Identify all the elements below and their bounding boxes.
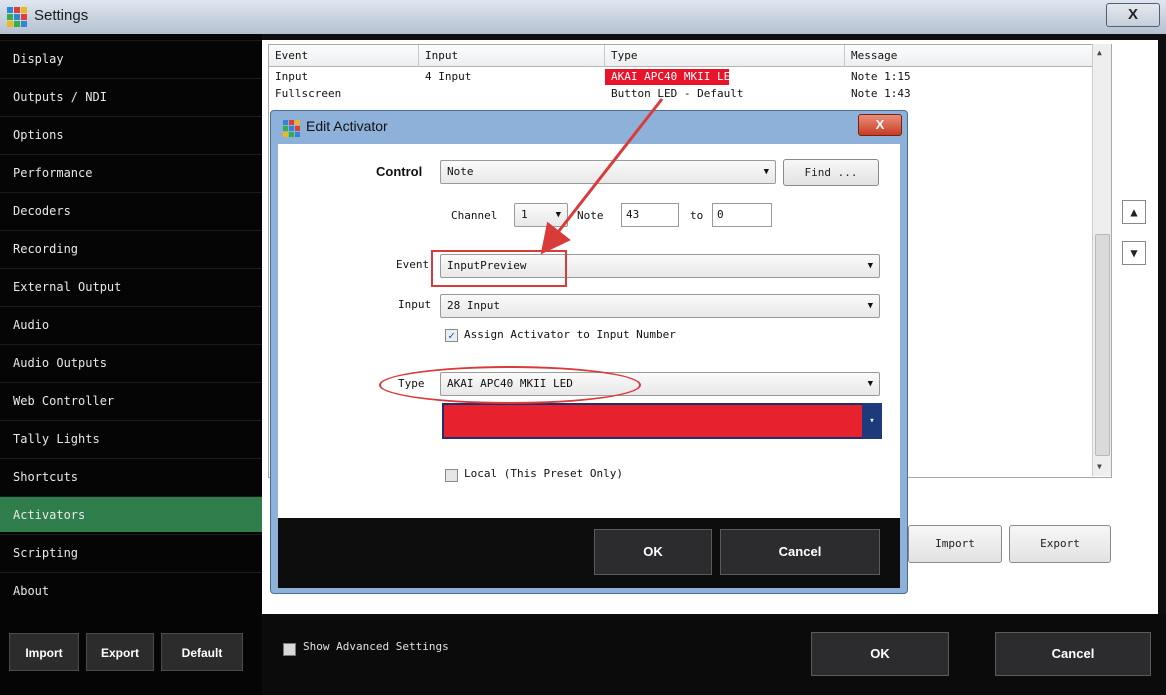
input-select-value: 28 Input: [447, 299, 500, 312]
note-input[interactable]: 43: [621, 203, 679, 227]
sidebar-item-audio[interactable]: Audio: [0, 306, 262, 342]
cell-message: Note 1:15: [851, 70, 911, 83]
dialog-ok-button[interactable]: OK: [594, 529, 712, 575]
dialog-close-button[interactable]: X: [858, 114, 902, 136]
chevron-down-icon: ▼: [763, 167, 769, 177]
sidebar-item-audio-outputs[interactable]: Audio Outputs: [0, 344, 262, 380]
column-header-type[interactable]: Type: [605, 45, 845, 67]
move-down-button[interactable]: ▼: [1122, 241, 1146, 265]
to-label: to: [690, 209, 704, 222]
control-label: Control: [376, 164, 423, 179]
sidebar-item-activators[interactable]: Activators: [0, 496, 262, 532]
cell-event: Input: [275, 70, 309, 83]
sidebar-item-web-controller[interactable]: Web Controller: [0, 382, 262, 418]
scroll-up-icon[interactable]: ▲: [1097, 48, 1102, 57]
cell-input: 4 Input: [425, 70, 472, 83]
input-select[interactable]: 28 Input ▼: [440, 294, 880, 318]
cell-event: Fullscreen: [275, 87, 342, 98]
window-title: Settings: [34, 7, 89, 24]
checkmark-icon: ✓: [448, 329, 455, 342]
cell-type: AKAI APC40 MKII LED -: [605, 69, 729, 85]
activators-export-button[interactable]: Export: [1009, 525, 1111, 563]
table-scrollbar[interactable]: ▲ ▼: [1092, 44, 1111, 476]
local-preset-checkbox[interactable]: [445, 469, 458, 482]
triangle-up-icon: ▲: [1130, 205, 1138, 219]
window-close-button[interactable]: X: [1106, 3, 1160, 27]
channel-select[interactable]: 1 ▼: [514, 203, 568, 227]
cell-message: Note 1:43: [851, 87, 911, 98]
local-preset-label: Local (This Preset Only): [464, 467, 623, 480]
find-button[interactable]: Find ...: [783, 159, 879, 186]
show-advanced-label: Show Advanced Settings: [303, 640, 449, 653]
annotation-highlight-box: [431, 250, 567, 287]
table-row[interactable]: Fullscreen Button LED - Default Note 1:4…: [269, 86, 1111, 98]
dialog-cancel-button[interactable]: Cancel: [720, 529, 880, 575]
chevron-down-icon: ▼: [867, 301, 873, 311]
note-to-input[interactable]: 0: [712, 203, 772, 227]
show-advanced-checkbox[interactable]: [283, 643, 296, 656]
triangle-down-icon: ▼: [1130, 246, 1138, 260]
settings-cancel-button[interactable]: Cancel: [995, 632, 1151, 676]
sidebar-item-decoders[interactable]: Decoders: [0, 192, 262, 228]
sidebar-import-button[interactable]: Import: [9, 633, 79, 671]
sidebar-item-display[interactable]: Display: [0, 40, 262, 76]
sidebar-item-performance[interactable]: Performance: [0, 154, 262, 190]
channel-label: Channel: [451, 209, 498, 222]
scrollbar-thumb[interactable]: [1095, 234, 1110, 456]
event-label: Event: [396, 258, 430, 271]
app-grid-icon: [283, 120, 300, 137]
cell-type: Button LED - Default: [611, 87, 744, 98]
input-label: Input: [398, 298, 432, 311]
column-header-input[interactable]: Input: [419, 45, 605, 67]
sidebar-item-outputs-ndi[interactable]: Outputs / NDI: [0, 78, 262, 114]
table-row[interactable]: Input 4 Input AKAI APC40 MKII LED - Note…: [269, 69, 1111, 85]
sidebar-item-tally-lights[interactable]: Tally Lights: [0, 420, 262, 456]
channel-select-value: 1: [521, 208, 528, 221]
sidebar-item-about[interactable]: About: [0, 572, 262, 608]
app-grid-icon: [7, 7, 27, 27]
sidebar-item-recording[interactable]: Recording: [0, 230, 262, 266]
chevron-down-icon: ▼: [555, 210, 561, 220]
color-select[interactable]: [442, 403, 882, 439]
chevron-down-icon: ▼: [867, 379, 873, 389]
dialog-title: Edit Activator: [306, 118, 388, 134]
color-dropdown-arrow-icon[interactable]: ▾: [862, 403, 882, 439]
scroll-down-icon[interactable]: ▼: [1097, 462, 1102, 471]
title-bar: Settings X: [0, 0, 1166, 34]
assign-activator-label: Assign Activator to Input Number: [464, 328, 676, 341]
assign-activator-checkbox[interactable]: ✓: [445, 329, 458, 342]
settings-ok-button[interactable]: OK: [811, 632, 949, 676]
column-header-event[interactable]: Event: [269, 45, 419, 67]
sidebar-export-button[interactable]: Export: [86, 633, 154, 671]
chevron-down-icon: ▼: [867, 261, 873, 271]
control-select[interactable]: Note ▼: [440, 160, 776, 184]
sidebar-item-shortcuts[interactable]: Shortcuts: [0, 458, 262, 494]
note-label: Note: [577, 209, 604, 222]
annotation-highlight-ellipse: [379, 366, 641, 404]
control-select-value: Note: [447, 165, 474, 178]
sidebar-item-options[interactable]: Options: [0, 116, 262, 152]
activators-import-button[interactable]: Import: [908, 525, 1002, 563]
sidebar-item-external-output[interactable]: External Output: [0, 268, 262, 304]
sidebar-default-button[interactable]: Default: [161, 633, 243, 671]
column-header-message[interactable]: Message: [845, 45, 1111, 67]
sidebar-item-scripting[interactable]: Scripting: [0, 534, 262, 570]
move-up-button[interactable]: ▲: [1122, 200, 1146, 224]
